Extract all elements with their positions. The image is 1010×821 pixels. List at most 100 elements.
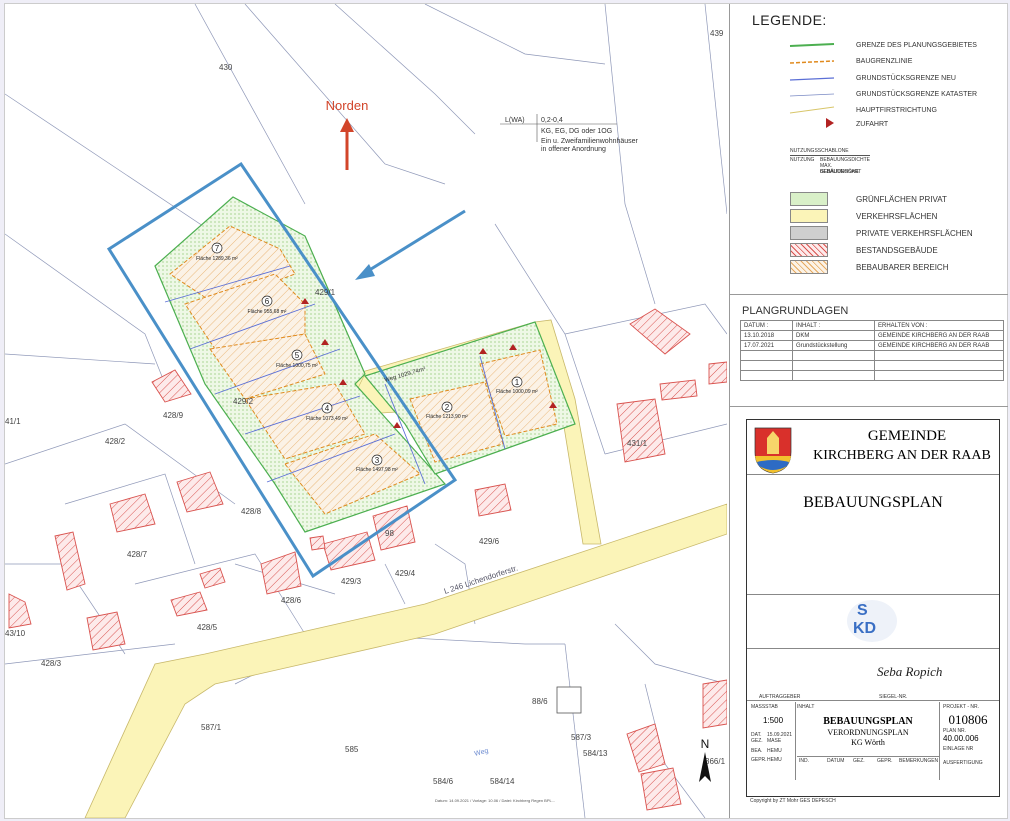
north-arrow-head (340, 118, 354, 132)
table-row: 13.10.2018 DKM GEMEINDE KIRCHBERG AN DER… (740, 330, 1004, 341)
template-cell: BEBAUUNGSART (820, 169, 862, 175)
legend-title: LEGENDE: (752, 12, 827, 28)
swatch-yellow (790, 209, 828, 223)
map-footer-note: Datum: 14.09.2021 / Vorlage: 10.06 / Dat… (435, 798, 555, 803)
lot-number: 1 (515, 378, 520, 387)
table-header: INHALT : (792, 320, 875, 331)
legend-label: GRUNDSTÜCKSGRENZE NEU (856, 75, 956, 82)
lot-area: Fläche 1000,09 m² (496, 389, 538, 395)
title-block: GEMEINDE KIRCHBERG AN DER RAAB BEBAUUNGS… (746, 419, 1000, 797)
legend-line-blue (789, 77, 835, 81)
legend-label: BAUGRENZLINIE (856, 58, 913, 65)
revision-header: GEZ. (853, 758, 865, 764)
table-cell: GEMEINDE KIRCHBERG AN DER RAAB (874, 330, 1004, 341)
checked-label: GEPR. (751, 757, 767, 763)
table-cell: Grundstückstellung (792, 340, 875, 351)
parcel-label: 584/6 (433, 777, 454, 786)
parcel-label: 366/1 (705, 757, 726, 766)
client-label: AUFTRAGGEBER (759, 694, 801, 700)
legend-label: HAUPTFIRSTRICHTUNG (856, 107, 937, 114)
usage-type: Ein u. Zweifamilienwohnhäuser (541, 138, 639, 145)
weg2-label: Weg (474, 747, 490, 757)
parcel-label: 429/3 (341, 577, 362, 586)
divider (747, 700, 999, 701)
lot-area: Fläche 1213,90 m² (426, 414, 468, 420)
small-structure (556, 686, 582, 714)
lot-area: Fläche 1497,98 m² (356, 467, 398, 473)
plangrundlagen-title: PLANGRUNDLAGEN (742, 305, 849, 317)
swatch-gray (790, 226, 828, 240)
parcel-label: 584/14 (490, 777, 515, 786)
right-panel: LEGENDE: GRENZE DES PLANUNGSGEBIETES BAU… (729, 4, 1008, 818)
table-row (740, 370, 1004, 381)
swatch-orange-hatch (790, 260, 828, 274)
divider (730, 294, 1008, 295)
seal-label: SIEGEL-NR. (879, 694, 908, 700)
municipality-name: KIRCHBERG AN DER RAAB (813, 448, 991, 463)
lot-area: Fläche 955,68 m² (248, 309, 287, 315)
swatch-green (790, 192, 828, 206)
table-row (740, 350, 1004, 361)
parcel-label: 587/1 (201, 723, 222, 732)
usage-floors: KG, EG, DG oder 1OG (541, 128, 612, 135)
project-label: PROJEKT - NR. (943, 704, 980, 710)
parcel-label: 428/6 (281, 596, 302, 605)
compass-n: N (701, 737, 710, 751)
legend-label: GRENZE DES PLANUNGSGEBIETES (856, 42, 977, 49)
content-line-3: KG Wörth (851, 738, 885, 747)
parcel-label: 428/5 (197, 623, 218, 632)
template-cell: NUTZUNG (790, 157, 815, 163)
usage-density: 0,2-0,4 (541, 117, 563, 124)
pointer-arrow (362, 209, 466, 276)
municipality-label: GEMEINDE (867, 428, 947, 444)
parcel-label: 585 (345, 745, 359, 754)
edited-label: BEA. (751, 748, 763, 754)
drawn-label: GEZ. (751, 738, 763, 744)
revision-header: BEMERKUNGEN (899, 758, 939, 764)
parcel-label: 428/8 (241, 507, 262, 516)
table-header: ERHALTEN VON : (874, 320, 1004, 331)
parcel-label: 429/4 (395, 569, 416, 578)
divider (730, 406, 1008, 407)
parcel-label: 98 (385, 529, 394, 538)
logo-text-bottom: KD (853, 620, 877, 637)
lot-number: 5 (295, 351, 300, 360)
parcel-label: 428/3 (41, 659, 62, 668)
table-header-row: DATUM : INHALT : ERHALTEN VON : (740, 320, 1004, 331)
coat-of-arms-icon (754, 427, 792, 474)
north-label: Norden (326, 98, 369, 113)
signature: Seba Ropich (877, 664, 943, 679)
divider (747, 474, 999, 475)
lot-number: 2 (445, 403, 450, 412)
parcel-label: 431/1 (627, 439, 648, 448)
table-header: DATUM : (740, 320, 793, 331)
pointer-arrow-head (355, 264, 375, 280)
parcel-label: 584/13 (583, 749, 608, 758)
parcel-label: 428/7 (127, 550, 148, 559)
template-title: NUTZUNGSSCHABLONE (790, 148, 849, 154)
scale-label: MASSSTAB (751, 704, 778, 710)
divider (747, 594, 999, 595)
content-line-1: BEBAUUNGSPLAN (823, 716, 913, 727)
plan-title: BEBAUUNGSPLAN (803, 494, 943, 511)
access-icon (826, 118, 834, 128)
parcel-label: 439 (710, 29, 724, 38)
table-cell: DKM (792, 330, 875, 341)
divider (795, 702, 796, 780)
site-map: Norden L(WA) 0,2-0,4 KG, EG, DG oder 1OG… (5, 4, 727, 818)
plan-number: 40.00.006 (943, 734, 979, 743)
drawn-value: MASE (767, 738, 782, 744)
legend-area-label: BEBAUBARER BEREICH (856, 263, 949, 272)
plan-sheet: Norden L(WA) 0,2-0,4 KG, EG, DG oder 1OG… (4, 3, 1008, 819)
copyright: Copyright by ZT Mohr GES DEPESCH (750, 798, 836, 804)
legend-line-ridge (789, 106, 835, 114)
parcel-label: 41/1 (5, 417, 21, 426)
edited-value: HEMU (767, 748, 782, 754)
legend-area-label: PRIVATE VERKEHRSFLÄCHEN (856, 229, 973, 238)
road-l246 (84, 503, 727, 818)
parcel-label: 429/6 (479, 537, 500, 546)
divider (939, 702, 940, 780)
revision-header: IND. (799, 758, 809, 764)
legend-label: ZUFAHRT (856, 121, 889, 128)
usage-zone: L(WA) (505, 117, 525, 124)
